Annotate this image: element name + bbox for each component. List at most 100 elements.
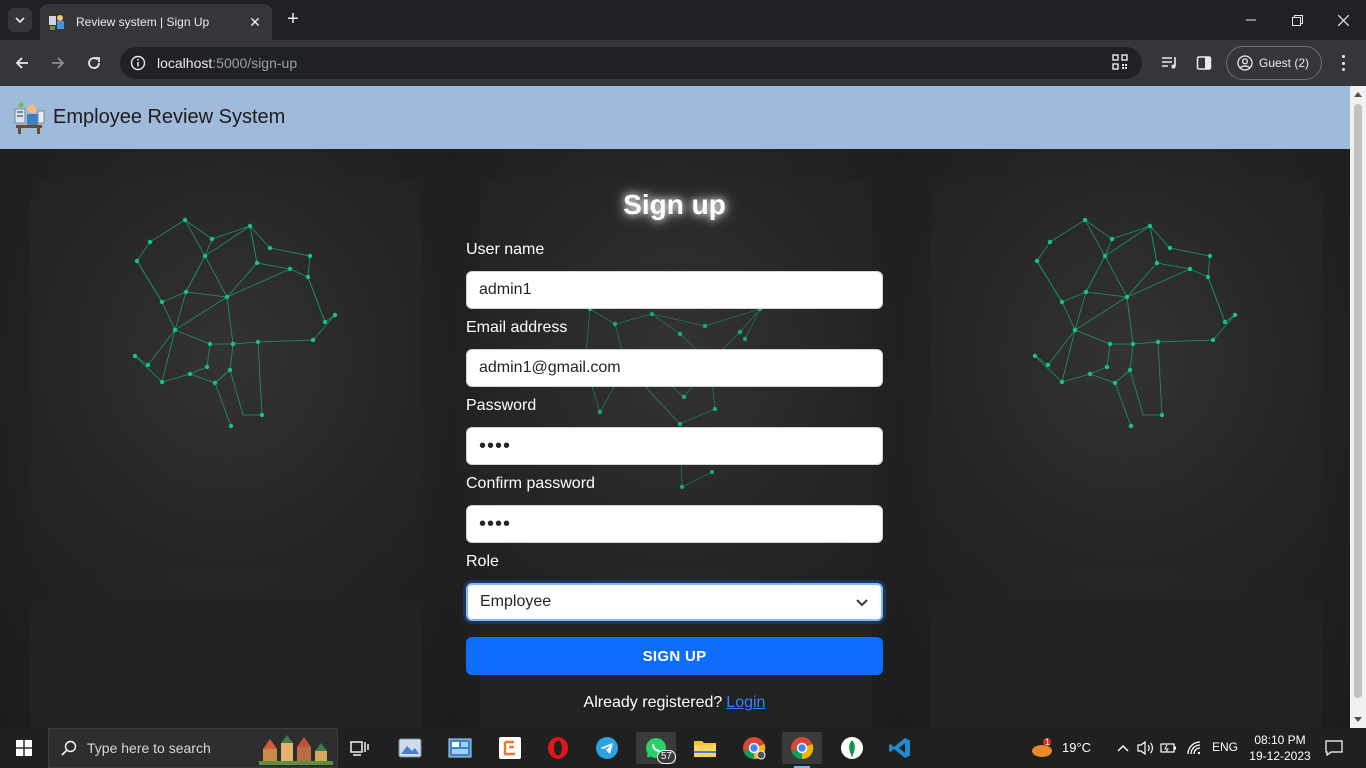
reload-button[interactable] [82,51,106,75]
background-area: Sign up User name admin1 Email address a… [0,149,1350,728]
profile-icon [1237,55,1253,71]
taskbar-clock[interactable]: 08:10 PM 19-12-2023 [1244,732,1316,764]
taskbar-app-whatsapp[interactable]: 57 [636,732,676,764]
restore-icon [1291,14,1303,26]
folder-icon [694,741,716,757]
chrome-icon [791,737,814,760]
background-panel-left [0,149,450,728]
confirm-password-input[interactable]: •••• [466,505,883,543]
media-controls-icon[interactable] [1159,52,1181,74]
windows-taskbar: Type here to search 57 1 19°C ENG 08:10 … [0,728,1366,768]
profile-button[interactable]: Guest (2) [1226,46,1322,80]
background-panel-right [900,149,1350,728]
browser-tab-active[interactable]: Review system | Sign Up ✕ [40,4,272,40]
password-value: •••• [479,434,512,457]
taskbar-app-vscode[interactable] [880,732,920,764]
confirm-password-value: •••• [479,512,512,535]
restore-button[interactable] [1274,0,1320,40]
url-host: localhost [157,55,213,71]
role-select[interactable]: Employee [466,583,883,621]
taskbar-search[interactable]: Type here to search [48,728,338,768]
brain-network-graphic [132,217,338,429]
site-navbar: Employee Review System [0,86,1350,149]
brand-title[interactable]: Employee Review System [53,106,285,129]
taskbar-app-chrome-profile[interactable] [734,732,774,764]
taskbar-app-control-panel[interactable] [440,732,480,764]
side-panel-icon[interactable] [1193,52,1215,74]
language-indicator[interactable]: ENG [1212,740,1238,754]
telegram-icon [596,737,618,759]
weather-icon[interactable]: 1 [1030,737,1054,757]
taskbar-app-chrome[interactable] [782,732,822,768]
chrome-icon [743,737,766,760]
wifi-icon[interactable] [1186,739,1204,757]
mongodb-leaf-icon [841,737,863,759]
scroll-up-arrow-icon[interactable] [1354,92,1362,97]
chevron-down-icon [15,17,25,24]
minimize-button[interactable] [1228,0,1274,40]
site-info-icon[interactable] [128,53,148,73]
address-bar[interactable]: localhost:5000/sign-up [120,47,1142,79]
scroll-thumb[interactable] [1354,104,1362,698]
login-link[interactable]: Login [726,694,765,711]
chevron-down-icon [856,599,868,607]
minimize-icon [1246,19,1256,21]
password-input[interactable]: •••• [466,427,883,465]
scroll-down-arrow-icon[interactable] [1354,717,1362,722]
taskbar-app-mongodb-compass[interactable] [832,732,872,764]
username-label: User name [466,241,545,258]
tab-search-button[interactable] [8,8,32,32]
browser-menu-icon[interactable] [1334,52,1352,74]
taskbar-app-telegram[interactable] [587,732,627,764]
arrow-right-icon [52,57,65,69]
qr-code-icon[interactable] [1112,54,1128,75]
browser-tabstrip: Review system | Sign Up ✕ + [0,0,1366,40]
profile-label: Guest (2) [1259,56,1310,70]
control-panel-icon [448,738,472,758]
username-input[interactable]: admin1 [466,271,883,309]
already-registered-text: Already registered? [583,694,723,711]
confirm-password-label: Confirm password [466,475,595,492]
search-highlight-castle-icon[interactable] [259,733,333,765]
volume-icon[interactable] [1136,739,1154,757]
tray-overflow-chevron-up-icon[interactable] [1114,739,1132,757]
whatsapp-unread-badge: 57 [656,750,676,764]
url-path: :5000/sign-up [212,55,298,71]
battery-icon[interactable] [1160,739,1178,757]
task-view-icon [350,741,369,756]
back-button[interactable] [10,51,34,75]
signup-button[interactable]: SIGN UP [466,637,883,675]
start-button[interactable] [0,728,48,768]
opera-icon [548,737,568,759]
taskbar-app-photos[interactable] [390,732,430,764]
email-value: admin1@gmail.com [479,359,621,376]
password-label: Password [466,397,537,414]
new-tab-button[interactable]: + [282,8,304,30]
login-prompt: Already registered? Login [466,694,883,712]
clock-date: 19-12-2023 [1249,749,1311,763]
email-label: Email address [466,319,568,336]
forward-button[interactable] [46,51,70,75]
reload-icon [88,57,100,69]
taskbar-app-orange[interactable] [490,732,530,764]
email-input[interactable]: admin1@gmail.com [466,349,883,387]
task-view-button[interactable] [340,732,380,764]
page-scrollbar[interactable] [1350,86,1366,728]
vscode-icon [889,738,910,758]
brain-network-graphic [1032,217,1238,429]
tab-title: Review system | Sign Up [76,15,210,29]
taskbar-app-file-explorer[interactable] [685,732,725,764]
notifications-icon[interactable] [1324,739,1344,757]
brand-logo-icon[interactable] [12,101,46,135]
clock-time: 08:10 PM [1254,733,1306,747]
form-title: Sign up [623,189,726,220]
taskbar-app-opera[interactable] [538,732,578,764]
close-window-button[interactable] [1320,0,1366,40]
weather-temperature[interactable]: 19°C [1062,740,1091,755]
arrow-left-icon [15,57,28,69]
url-text: localhost:5000/sign-up [157,55,297,71]
orange-app-icon [499,737,521,759]
tab-close-icon[interactable]: ✕ [246,14,264,31]
close-icon [1337,14,1349,26]
review-app-favicon-icon [49,15,64,30]
